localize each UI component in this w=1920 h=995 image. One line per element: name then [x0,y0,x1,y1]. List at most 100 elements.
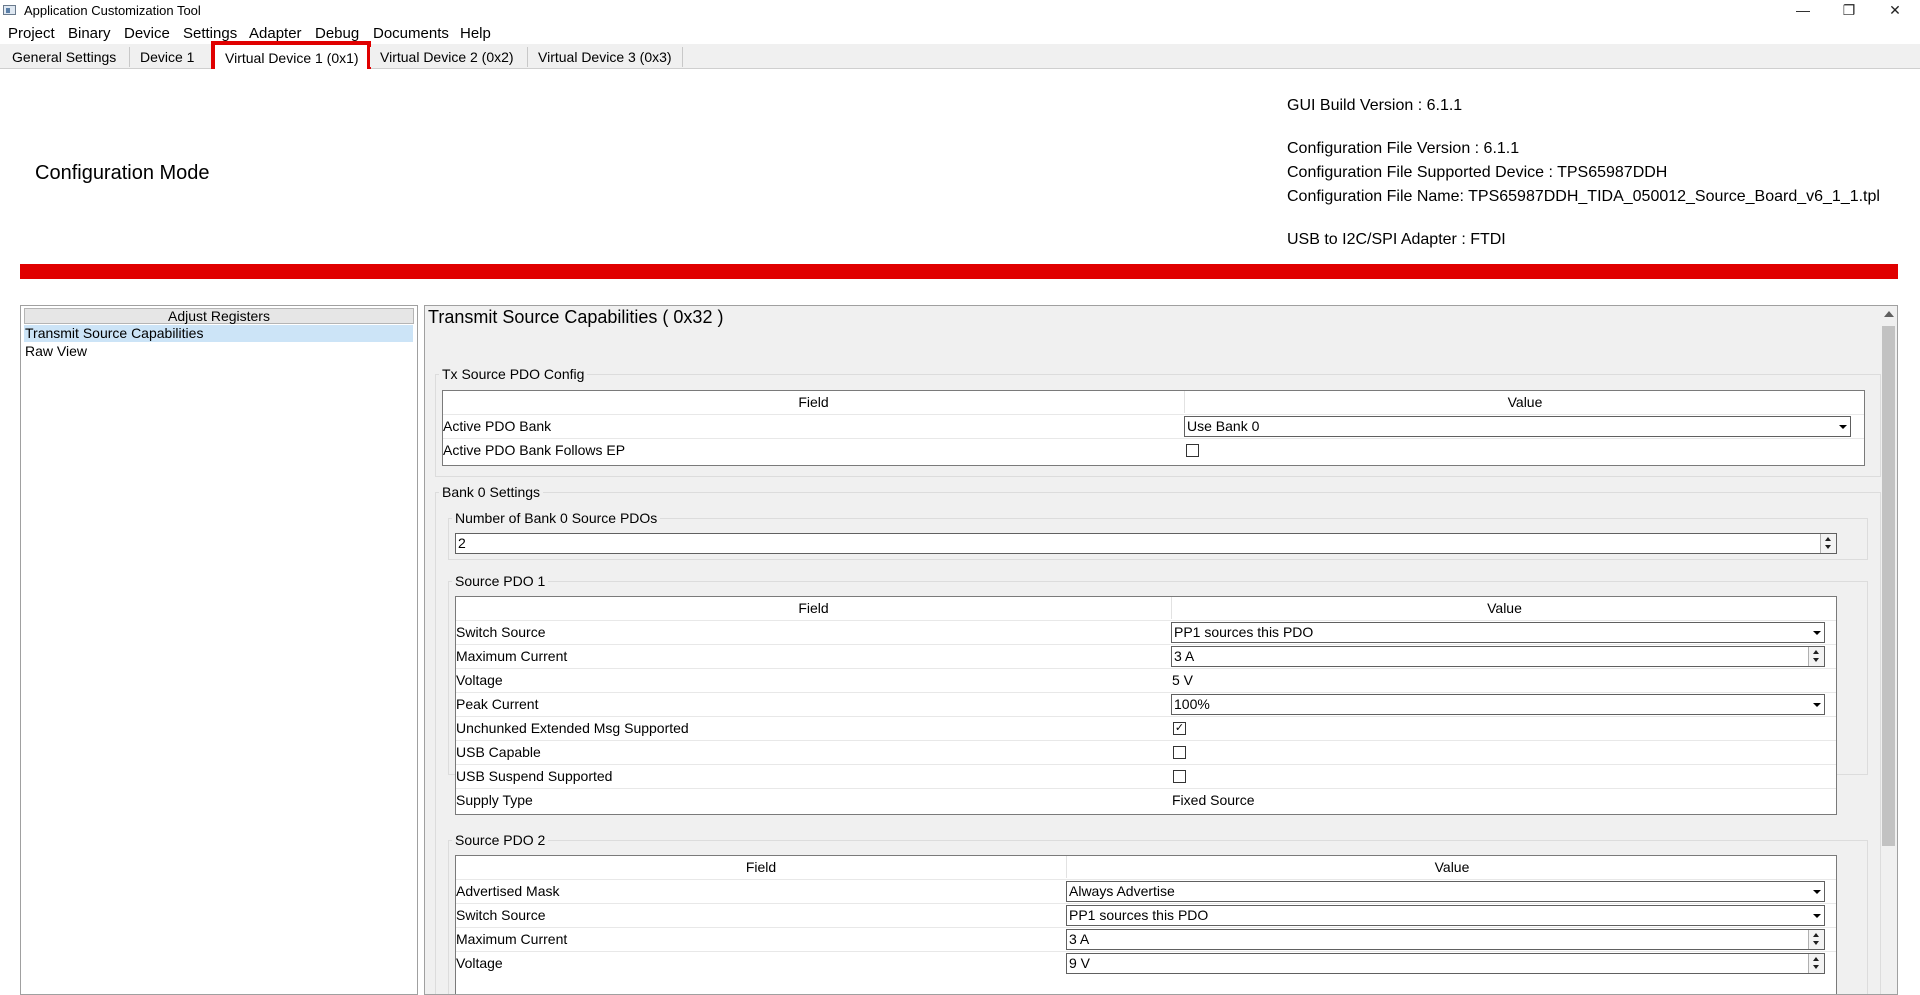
menu-adapter[interactable]: Adapter [249,25,302,42]
active-pdo-bank-dropdown[interactable]: Use Bank 0 [1184,416,1851,437]
tab-content: Configuration Mode GUI Build Version : 6… [0,69,1920,995]
field-label: Maximum Current [456,931,568,947]
switch-source-dropdown[interactable]: PP1 sources this PDO [1171,622,1825,643]
field-label: Active PDO Bank [443,418,552,434]
column-header-value: Value [1487,600,1522,616]
config-file-version: Configuration File Version : 6.1.1 [1287,140,1520,157]
chevron-down-icon [1813,965,1819,969]
tab-general-settings[interactable]: General Settings [2,47,130,67]
menu-debug[interactable]: Debug [315,25,359,42]
table-row: Peak Current 100% [456,692,1836,717]
dropdown-value: PP1 sources this PDO [1069,907,1209,923]
menu-help[interactable]: Help [460,25,491,42]
group-title: Source PDO 2 [452,832,549,848]
tx-source-pdo-config-group: Tx Source PDO Config Field Value Active … [435,366,1881,477]
table-row: Maximum Current 3 A [456,644,1836,669]
chevron-down-icon [1813,890,1821,894]
field-label: USB Capable [456,744,541,760]
window-title: Application Customization Tool [24,3,201,18]
usb-suspend-supported-checkbox[interactable] [1173,770,1186,783]
register-item-raw-view[interactable]: Raw View [25,343,87,360]
field-label: Switch Source [456,907,546,923]
register-item-transmit-source-capabilities[interactable]: Transmit Source Capabilities [24,325,413,342]
menu-documents[interactable]: Documents [373,25,449,42]
register-detail-panel: Transmit Source Capabilities ( 0x32 ) Tx… [424,305,1898,995]
field-label: Advertised Mask [456,883,560,899]
field-label: Unchunked Extended Msg Supported [456,720,689,736]
column-header-field: Field [456,856,1067,878]
table-row: Supply Type Fixed Source [456,788,1836,813]
table-row: USB Capable [456,740,1836,765]
voltage-stepper[interactable]: 9 V [1066,953,1825,974]
field-label: Voltage [456,672,503,688]
stepper-value: 9 V [1069,955,1091,971]
table-row: Voltage 9 V [456,951,1836,976]
chevron-up-icon [1813,650,1819,654]
number-of-source-pdos-group: Number of Bank 0 Source PDOs 2 [448,510,1868,560]
field-label: Voltage [456,955,503,971]
tab-virtual-device-3[interactable]: Virtual Device 3 (0x3) [528,47,683,67]
source-pdo-2-group: Source PDO 2 Field Value Advertised Mask… [448,832,1868,994]
table-row: Switch Source PP1 sources this PDO [456,620,1836,645]
chevron-down-icon [1813,658,1819,662]
number-of-pdos-stepper[interactable]: 2 [455,533,1837,554]
menu-project[interactable]: Project [8,25,55,42]
supply-type-value: Fixed Source [1172,792,1255,808]
active-pdo-bank-follows-ep-checkbox[interactable] [1186,444,1199,457]
source-pdo-1-group: Source PDO 1 Field Value Switch Source P… [448,573,1868,815]
chevron-down-icon [1813,631,1821,635]
chevron-down-icon [1813,703,1821,707]
stepper-value: 2 [458,535,466,551]
table-row: Active PDO Bank Use Bank 0 [443,414,1864,439]
voltage-value: 5 V [1172,672,1194,688]
dropdown-value: 100% [1174,696,1210,712]
chevron-up-icon [1813,957,1819,961]
table-row: Voltage 5 V [456,668,1836,693]
stepper-buttons[interactable] [1820,534,1836,553]
mode-indicator-bar [20,264,1898,279]
maximum-current-stepper[interactable]: 3 A [1066,929,1825,950]
stepper-buttons[interactable] [1808,954,1824,973]
register-title: Transmit Source Capabilities ( 0x32 ) [428,307,724,327]
column-header-value: Value [1434,859,1470,875]
column-header-field: Field [443,391,1185,413]
maximum-current-stepper[interactable]: 3 A [1171,646,1825,667]
menu-binary[interactable]: Binary [68,25,111,42]
usb-capable-checkbox[interactable] [1173,746,1186,759]
dropdown-value: Use Bank 0 [1187,418,1260,434]
chevron-down-icon [1825,545,1831,549]
close-button[interactable]: ✕ [1872,0,1918,22]
field-label: USB Suspend Supported [456,768,613,784]
stepper-buttons[interactable] [1808,647,1824,666]
group-title: Tx Source PDO Config [439,366,588,382]
field-label: Active PDO Bank Follows EP [443,442,626,458]
config-file-device: Configuration File Supported Device : TP… [1287,164,1668,181]
vertical-scrollbar[interactable] [1880,306,1897,994]
group-title: Bank 0 Settings [439,484,544,500]
dropdown-value: PP1 sources this PDO [1174,624,1314,640]
tab-virtual-device-2[interactable]: Virtual Device 2 (0x2) [370,47,528,67]
menu-device[interactable]: Device [124,25,170,42]
table-row: Active PDO Bank Follows EP [443,438,1864,463]
menu-settings[interactable]: Settings [183,25,237,42]
title-bar: Application Customization Tool — ❐ ✕ [0,0,1920,22]
table-row: USB Suspend Supported [456,764,1836,789]
chevron-down-icon [1813,914,1821,918]
maximize-button[interactable]: ❐ [1826,0,1872,22]
dropdown-value: Always Advertise [1069,883,1175,899]
scrollbar-thumb[interactable] [1882,326,1895,846]
unchunked-extended-msg-checkbox[interactable]: ✓ [1173,722,1186,735]
minimize-button[interactable]: — [1780,0,1826,22]
group-title: Number of Bank 0 Source PDOs [452,510,661,526]
scroll-up-icon[interactable] [1884,311,1894,317]
tab-device-1[interactable]: Device 1 [130,47,212,67]
stepper-buttons[interactable] [1808,930,1824,949]
source-pdo-2-table: Field Value Advertised Mask Always Adver… [455,855,1837,994]
switch-source-dropdown[interactable]: PP1 sources this PDO [1066,905,1825,926]
advertised-mask-dropdown[interactable]: Always Advertise [1066,881,1825,902]
tab-bar: General Settings Device 1 Virtual Device… [0,41,1920,75]
chevron-down-icon [1839,425,1847,429]
field-label: Peak Current [456,696,539,712]
register-list-panel: Adjust Registers Transmit Source Capabil… [20,305,418,995]
peak-current-dropdown[interactable]: 100% [1171,694,1825,715]
